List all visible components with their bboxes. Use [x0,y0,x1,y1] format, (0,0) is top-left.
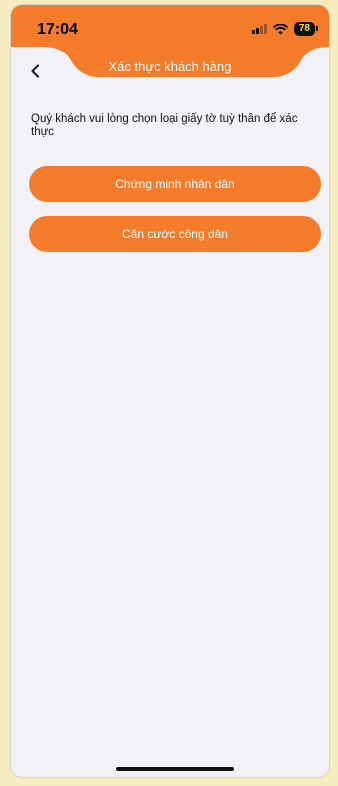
status-icons: 78 [251,22,319,36]
battery-icon: 78 [293,22,319,36]
header: Xác thực khách hàng [11,47,329,78]
page-title: Xác thực khách hàng [108,59,232,74]
wifi-icon [272,23,288,35]
citizen-id-button[interactable]: Căn cước công dân [29,216,321,252]
instruction-text: Quý khách vui lòng chọn loại giấy tờ tuỳ… [31,113,298,138]
signal-icon [251,24,267,34]
status-time: 17:04 [37,21,78,38]
phone-screen: 17:04 78 Xác thực khách hàng Quý khách v… [10,4,330,778]
id-card-button[interactable]: Chứng minh nhân dân [29,166,321,202]
status-bar: 17:04 78 [11,5,329,47]
home-indicator [116,767,234,771]
